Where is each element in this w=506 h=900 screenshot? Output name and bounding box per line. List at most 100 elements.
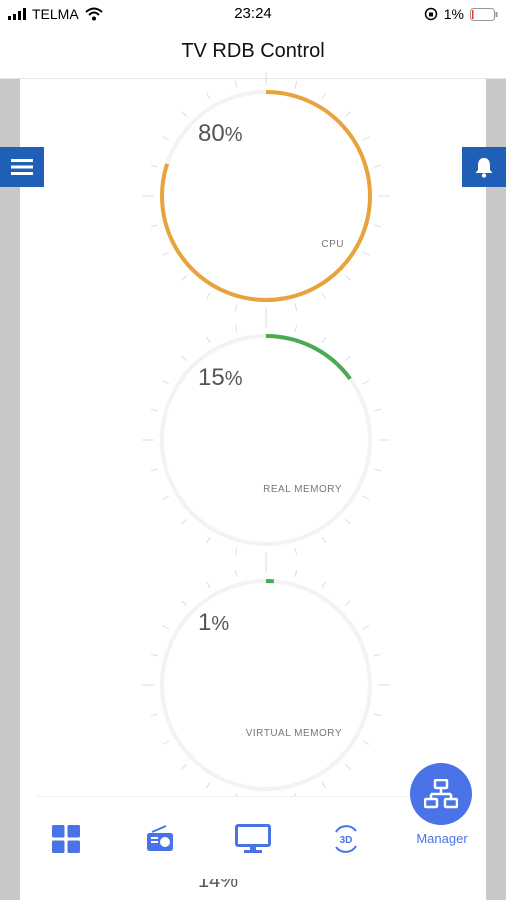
gauge-tick: [344, 355, 351, 362]
gauge-tick: [344, 274, 351, 281]
nav-manager[interactable]: [410, 763, 472, 825]
nav-manager-label[interactable]: Manager: [402, 831, 482, 846]
real-memory-label: REAL MEMORY: [263, 484, 342, 495]
virtual-memory-percent: 1%: [198, 609, 229, 637]
gauge-tick: [294, 80, 298, 88]
gauge-track: [160, 579, 372, 791]
gauge-tick: [181, 274, 188, 281]
virtual-memory-percent-value: 1: [198, 609, 212, 636]
cpu-label: CPU: [321, 239, 344, 250]
gauge-tick: [206, 536, 211, 544]
real-memory-percent-value: 15: [198, 364, 225, 391]
gauge-value-arc: [265, 334, 352, 381]
gauge-tick: [206, 92, 211, 100]
gauge-tick: [321, 336, 326, 344]
nav-tv[interactable]: [233, 819, 273, 859]
gauge-tick: [362, 740, 370, 745]
gauge-tick: [344, 111, 351, 118]
gauge-tick: [321, 781, 326, 789]
gauge-tick: [321, 536, 326, 544]
gauge-tick: [181, 518, 188, 525]
gauge-tick: [206, 336, 211, 344]
orientation-lock-icon: [424, 7, 438, 21]
nav-dashboard[interactable]: [46, 819, 86, 859]
gauge-tick: [162, 251, 170, 256]
gauge-tick: [150, 408, 158, 412]
gauge-tick: [234, 304, 238, 312]
gauge-tick: [374, 468, 382, 472]
gauge-tick: [150, 164, 158, 168]
gauge-tick: [362, 625, 370, 630]
real-memory-percent-sign: %: [224, 368, 243, 390]
real-memory-percent: 15%: [198, 364, 243, 392]
gauge-tick: [181, 355, 188, 362]
cpu-percent: 80%: [198, 120, 243, 148]
gauge-tick: [150, 653, 158, 657]
gauge-tick: [294, 569, 298, 577]
menu-button[interactable]: [0, 147, 44, 187]
gauge-tick: [162, 380, 170, 385]
gauge-tick: [150, 224, 158, 228]
nav-radio[interactable]: [140, 819, 180, 859]
gauge-tick: [344, 518, 351, 525]
gauge-tick: [344, 763, 351, 770]
right-side-strip: [486, 79, 506, 900]
gauge-tick: [162, 625, 170, 630]
gauge-tick: [162, 740, 170, 745]
next-gauge-peek: 14%: [150, 878, 380, 900]
svg-text:3D: 3D: [340, 835, 353, 846]
cpu-gauge-dial: [142, 72, 390, 320]
monitor-icon: [235, 824, 271, 853]
bottom-navigation: 3D Manager: [36, 763, 472, 879]
gauge-tick: [362, 251, 370, 256]
gauge-tick: [321, 92, 326, 100]
gauge-tick: [374, 713, 382, 717]
gauge-tick: [362, 495, 370, 500]
gauge-tick: [234, 548, 238, 556]
real-memory-gauge: 15% REAL MEMORY: [142, 316, 390, 564]
status-right: 1%: [424, 6, 498, 22]
gauge-tick: [162, 136, 170, 141]
gauge-tick: [294, 304, 298, 312]
gauge-tick: [206, 581, 211, 589]
gauge-tick: [374, 653, 382, 657]
cpu-percent-value: 80: [198, 120, 225, 147]
virtual-memory-gauge: 1% VIRTUAL MEMORY: [142, 561, 390, 809]
gauge-tick: [344, 600, 351, 607]
virtual-memory-gauge-dial: [142, 561, 390, 809]
gauge-tick: [181, 600, 188, 607]
notifications-button[interactable]: [462, 147, 506, 187]
nav-3d[interactable]: 3D: [326, 819, 366, 859]
gauge-tick: [321, 581, 326, 589]
radio-icon: [147, 825, 173, 851]
cpu-percent-sign: %: [224, 124, 243, 146]
gauge-tick: [181, 763, 188, 770]
cpu-gauge: 80% CPU: [142, 72, 390, 320]
gauge-tick: [321, 292, 326, 300]
gauge-tick: [294, 324, 298, 332]
gauge-tick: [150, 713, 158, 717]
gauge-tick: [206, 292, 211, 300]
gauge-tick: [181, 111, 188, 118]
battery-icon: [470, 7, 498, 21]
bell-icon: [475, 158, 493, 178]
network-icon: [424, 779, 458, 809]
gauge-tick: [234, 324, 238, 332]
next-gauge-percent: 14%: [198, 878, 239, 892]
gauge-tick: [294, 548, 298, 556]
grid-icon: [52, 825, 80, 853]
gauge-tick: [362, 136, 370, 141]
gauge-tick: [234, 80, 238, 88]
gauge-tick: [234, 569, 238, 577]
gauge-tick: [374, 224, 382, 228]
real-memory-gauge-dial: [142, 316, 390, 564]
gauge-tick: [206, 781, 211, 789]
virtual-memory-label: VIRTUAL MEMORY: [245, 728, 342, 739]
battery-percent: 1%: [443, 6, 464, 22]
3d-icon: 3D: [335, 825, 357, 853]
status-bar: TELMA 23:24 1%: [0, 0, 506, 28]
page-title: TV RDB Control: [181, 40, 325, 62]
gauge-tick: [150, 468, 158, 472]
menu-icon: [11, 159, 33, 175]
gauge-tick: [374, 408, 382, 412]
